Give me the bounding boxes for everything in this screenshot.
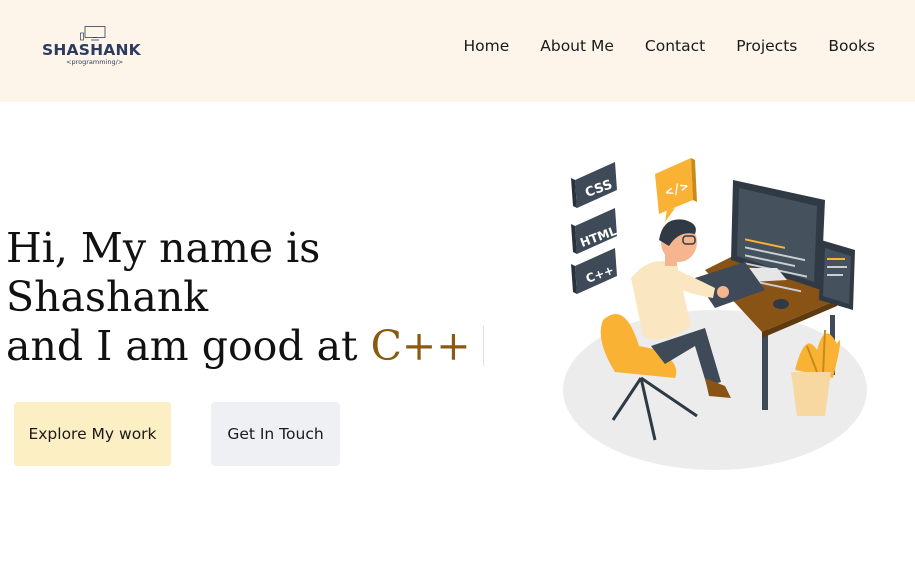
logo[interactable]: SHASHANK <programming/> [42, 24, 142, 74]
hero-line-2: Shashank [6, 273, 209, 321]
explore-work-button[interactable]: Explore My work [14, 402, 171, 466]
hero-line-3-prefix: and I am good at [6, 322, 371, 370]
monitor-icon [80, 26, 106, 41]
logo-tagline: <programming/> [66, 58, 124, 66]
nav-projects[interactable]: Projects [736, 37, 797, 55]
css-tag: CSS [571, 162, 617, 208]
main-nav: Home About Me Contact Projects Books [463, 37, 875, 55]
code-bubble-icon: </> [655, 158, 697, 222]
logo-name: SHASHANK [42, 41, 141, 59]
developer-illustration: CSS HTML C++ </> [563, 158, 867, 470]
site-header: SHASHANK <programming/> Home About Me Co… [0, 0, 915, 102]
html-tag: HTML [571, 208, 619, 254]
typing-caret [482, 326, 484, 366]
hero-heading: Hi, My name is Shashank and I am good at… [6, 224, 484, 371]
hero-line-1: Hi, My name is [6, 224, 321, 272]
nav-home[interactable]: Home [463, 37, 509, 55]
nav-about-me[interactable]: About Me [540, 37, 614, 55]
hero-line-3: and I am good at C++ [6, 322, 484, 371]
cpp-tag: C++ [571, 248, 617, 294]
side-monitor [819, 240, 855, 310]
nav-contact[interactable]: Contact [645, 37, 705, 55]
nav-books[interactable]: Books [828, 37, 875, 55]
get-in-touch-button[interactable]: Get In Touch [211, 402, 340, 466]
hero-skill: C++ [370, 322, 471, 370]
